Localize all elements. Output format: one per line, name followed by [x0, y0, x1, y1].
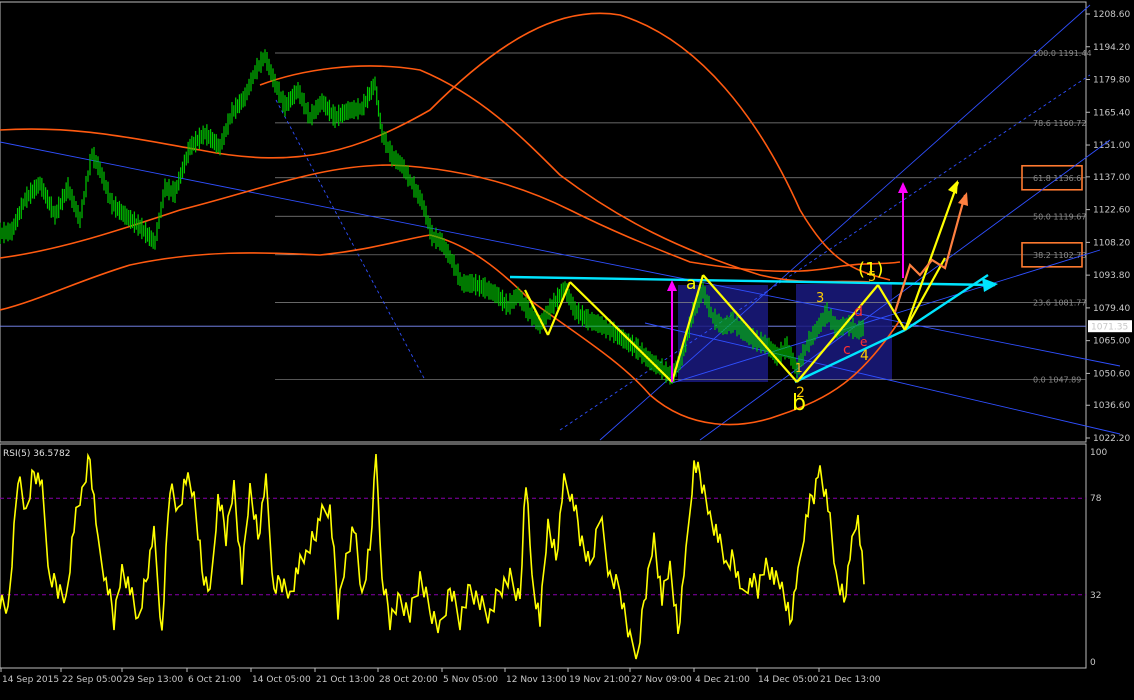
price-panel: 1208.60 1194.20 1179.80 1165.40 1151.00 1137.… — [0, 1, 1132, 444]
time-tick-label: 28 Oct 20:00 — [379, 675, 438, 685]
wave-label: c — [843, 342, 851, 358]
rsi-line — [0, 452, 865, 660]
wave-label: 4 — [860, 348, 869, 364]
rsi-tick-label: 0 — [1090, 658, 1096, 668]
time-tick-label: 4 Dec 21:00 — [695, 675, 750, 685]
chart-svg: 1208.60 1194.20 1179.80 1165.40 1151.00 1137.… — [0, 1, 1132, 685]
price-tick-label: 1165.40 — [1093, 108, 1130, 118]
price-tick-label: 1137.00 — [1093, 173, 1130, 183]
projection-arrowhead — [958, 192, 968, 206]
price-tick-label: 1194.20 — [1093, 43, 1130, 53]
wave-label: a — [686, 274, 696, 294]
price-tick-label: 1122.60 — [1093, 206, 1130, 216]
time-tick-label: 19 Nov 21:00 — [569, 675, 630, 685]
rsi-tick-label: 100 — [1090, 448, 1107, 458]
rsi-tick-label: 78 — [1090, 494, 1102, 504]
price-tick-label: 1079.40 — [1093, 304, 1130, 314]
fib-level-label: 38.2 1102.73 — [1033, 251, 1086, 260]
price-tick-label: 1022.20 — [1093, 434, 1130, 444]
envelope-curve — [259, 65, 871, 283]
magenta-arrowhead — [667, 280, 677, 291]
price-tick-label: 1151.00 — [1093, 141, 1130, 151]
price-tick-label: 1108.20 — [1093, 238, 1130, 248]
wave-label: e — [860, 335, 867, 349]
magenta-arrowhead — [898, 182, 908, 193]
price-tick-label: 1050.60 — [1093, 369, 1130, 379]
time-tick-label: 21 Dec 13:00 — [820, 675, 881, 685]
time-tick-label: 14 Dec 05:00 — [758, 675, 819, 685]
wave-label: d — [854, 304, 863, 320]
time-axis: 14 Sep 2015 22 Sep 05:00 29 Sep 13:00 6 Oct… — [0, 668, 881, 685]
wave-label: 3 — [816, 291, 824, 306]
time-tick-label: 29 Sep 13:00 — [123, 675, 183, 685]
price-panel-frame — [0, 1, 1087, 443]
time-tick-label: 27 Nov 09:00 — [631, 675, 692, 685]
fib-level-label: 78.6 1160.72 — [1033, 119, 1086, 128]
wave-label: 2 — [796, 385, 805, 401]
time-tick-label: 14 Sep 2015 — [2, 675, 59, 685]
time-tick-label: 5 Nov 05:00 — [443, 675, 498, 685]
fib-level-label: 50.0 1119.67 — [1033, 212, 1086, 221]
rsi-panel: RSI(5) 36.5782 100 78 32 0 — [0, 443, 1107, 669]
wave-label: 5 — [868, 270, 876, 285]
resistance-arrowhead — [982, 278, 998, 292]
time-tick-label: 14 Oct 05:00 — [252, 675, 311, 685]
price-tick-label: 1208.60 — [1093, 10, 1130, 20]
wave-arrowhead — [948, 180, 958, 194]
fib-level-label: 23.6 1081.77 — [1033, 298, 1086, 307]
time-tick-label: 21 Oct 13:00 — [316, 675, 375, 685]
rsi-tick-label: 32 — [1090, 591, 1101, 601]
fib-level-label: 100.0 1191.44 — [1033, 49, 1092, 58]
rsi-panel-frame — [0, 443, 1087, 669]
current-price-label: 1071.35 — [1091, 323, 1128, 333]
rsi-title: RSI(5) 36.5782 — [3, 449, 70, 459]
time-tick-label: 22 Sep 05:00 — [62, 675, 122, 685]
price-tick-label: 1036.60 — [1093, 401, 1130, 411]
time-tick-label: 12 Nov 13:00 — [506, 675, 567, 685]
forex-chart: 1208.60 1194.20 1179.80 1165.40 1151.00 1137.… — [0, 0, 1134, 700]
wave-label: 1 — [795, 361, 803, 375]
time-tick-label: 6 Oct 21:00 — [188, 675, 241, 685]
wave-arrow — [903, 181, 960, 331]
price-tick-label: 1065.00 — [1093, 337, 1130, 347]
price-tick-label: 1179.80 — [1093, 76, 1130, 86]
price-tick-label: 1093.80 — [1093, 271, 1130, 281]
fib-level-label: 0.0 1047.89 — [1033, 376, 1081, 385]
